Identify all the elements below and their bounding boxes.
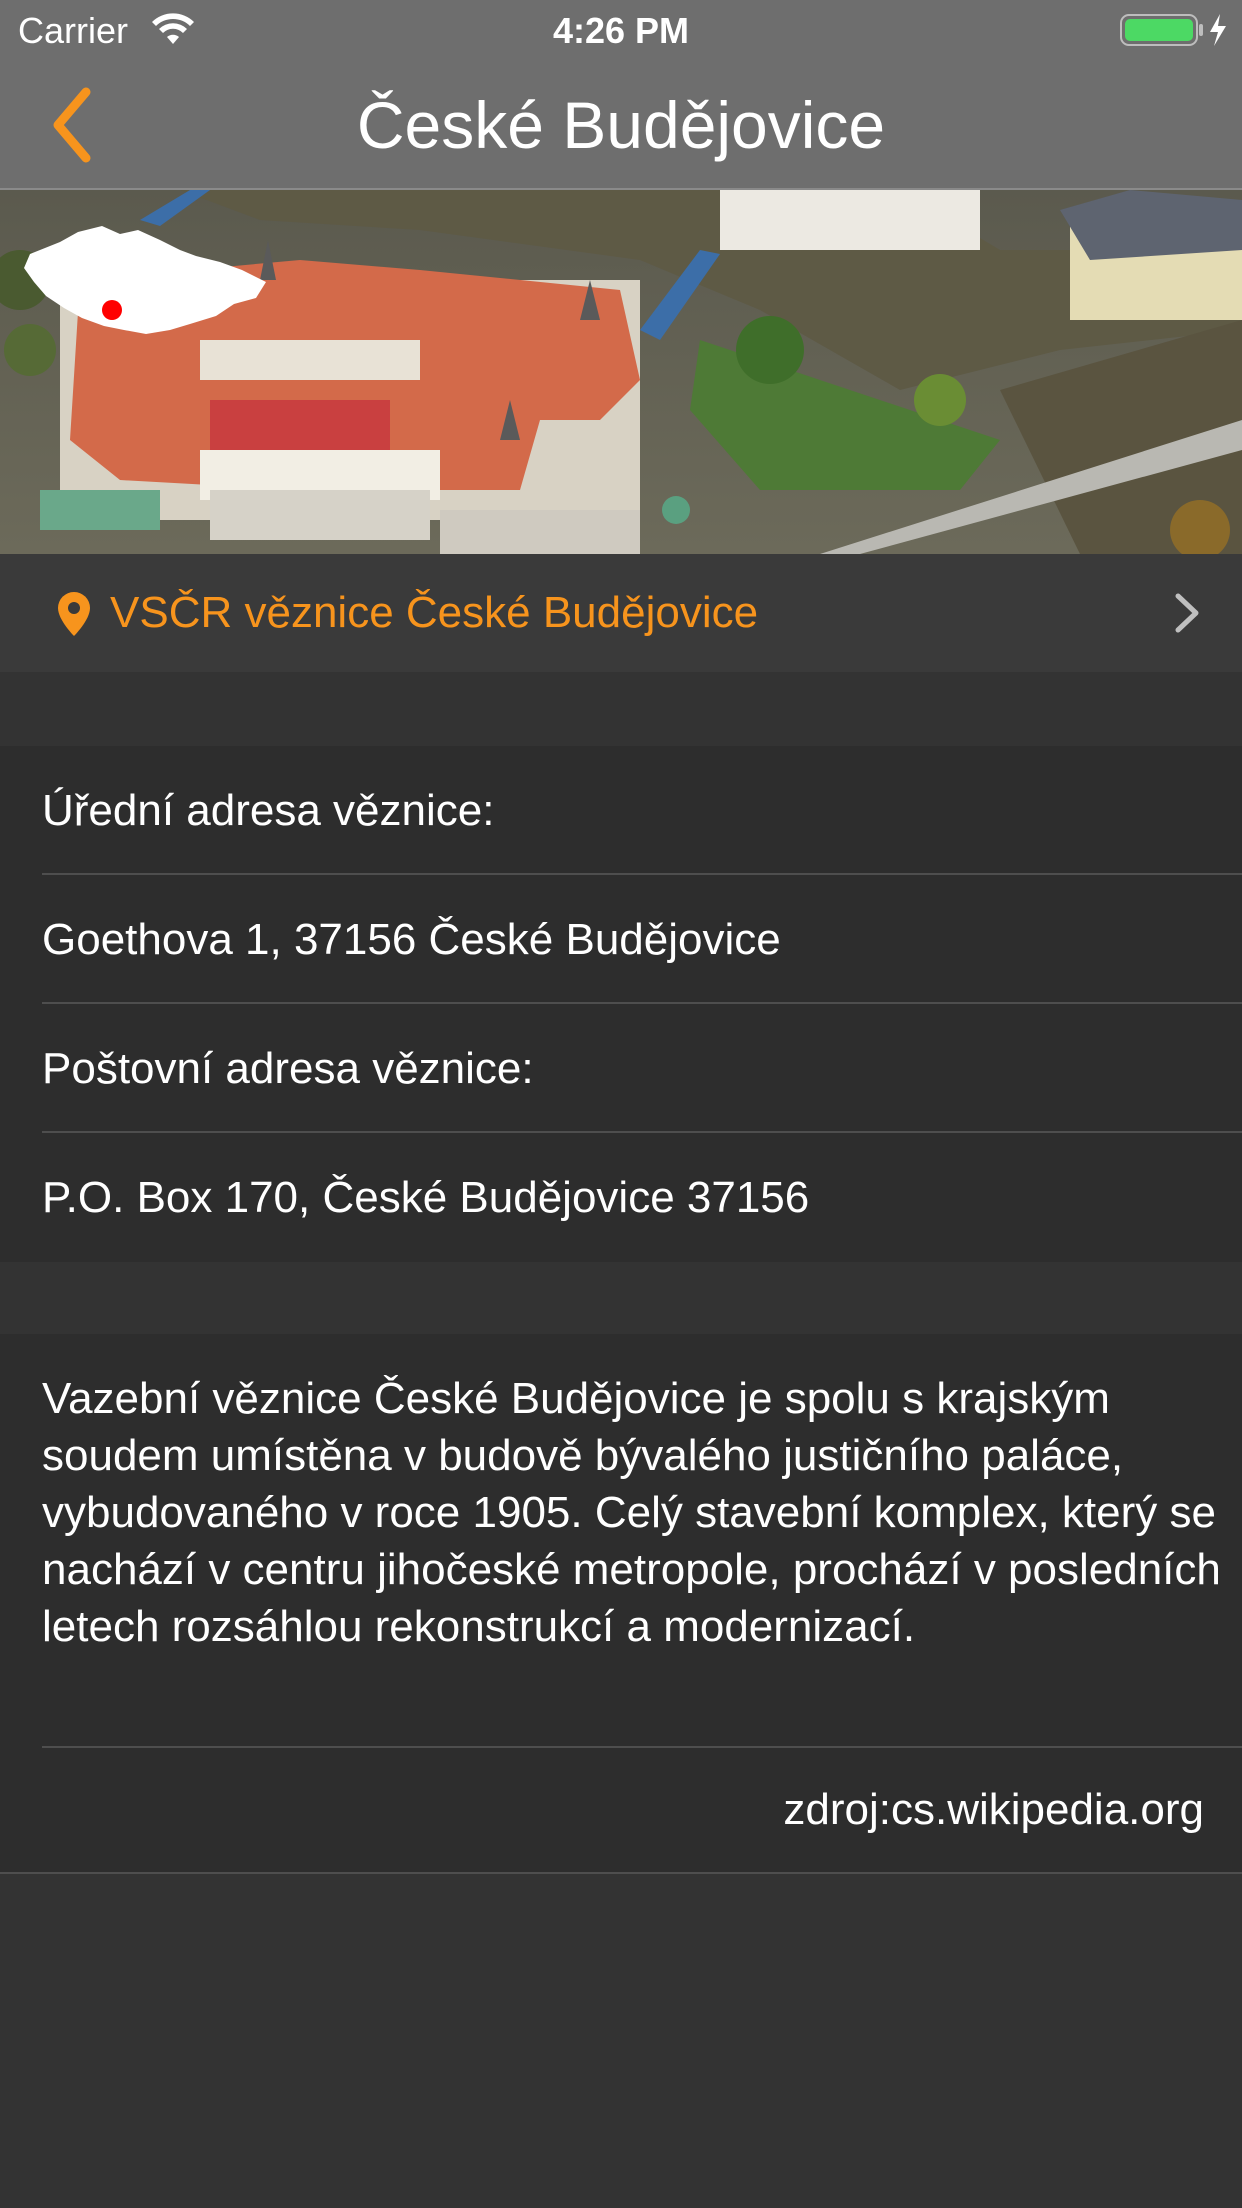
page-title: České Budějovice: [356, 88, 886, 162]
location-pin-icon: [58, 592, 90, 636]
official-address-value: Goethova 1, 37156 České Budějovice: [42, 875, 1242, 1004]
top-bar: Carrier 4:26 PM České Budějovice: [0, 0, 1242, 190]
postal-address-value: P.O. Box 170, České Budějovice 37156: [42, 1173, 810, 1222]
battery-charging-icon: [1120, 14, 1226, 46]
description-section: Vazební věznice České Budějovice je spol…: [0, 1334, 1242, 1874]
status-bar: Carrier 4:26 PM: [0, 0, 1242, 60]
status-time: 4:26 PM: [552, 10, 690, 51]
location-label: VSČR věznice České Budějovice: [110, 588, 759, 637]
official-address-label: Úřední adresa věznice:: [42, 746, 1242, 875]
source-link[interactable]: zdroj:cs.wikipedia.org: [783, 1748, 1204, 1872]
header-photo: [0, 190, 1242, 554]
chevron-right-icon: [1175, 593, 1199, 633]
map-marker-icon: [102, 300, 122, 320]
description-text: Vazební věznice České Budějovice je spol…: [42, 1374, 1221, 1651]
navigation-bar: České Budějovice: [0, 60, 1242, 190]
czech-republic-map-icon: [24, 226, 266, 334]
location-row[interactable]: VSČR věznice České Budějovice: [0, 554, 1242, 672]
address-section: Úřední adresa věznice: Goethova 1, 37156…: [0, 746, 1242, 1262]
postal-address-label: Poštovní adresa věznice:: [42, 1004, 1242, 1133]
